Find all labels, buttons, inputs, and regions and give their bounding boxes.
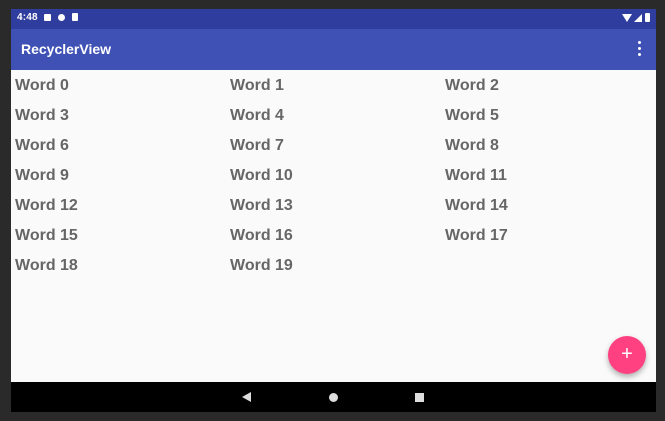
wifi-icon — [622, 14, 632, 22]
list-item[interactable]: Word 5 — [445, 104, 655, 134]
home-icon[interactable] — [329, 393, 338, 402]
list-item[interactable]: Word 18 — [15, 254, 230, 284]
list-item[interactable]: Word 2 — [445, 74, 655, 104]
navigation-bar — [11, 382, 656, 412]
list-item[interactable]: Word 14 — [445, 194, 655, 224]
recents-icon[interactable] — [415, 393, 424, 402]
list-item[interactable]: Word 0 — [15, 74, 230, 104]
app-bar: RecyclerView — [11, 29, 656, 70]
list-item[interactable]: Word 9 — [15, 164, 230, 194]
list-item[interactable]: Word 11 — [445, 164, 655, 194]
list-item[interactable]: Word 6 — [15, 134, 230, 164]
battery-icon — [645, 13, 650, 22]
status-time: 4:48 — [17, 12, 38, 23]
word-grid: Word 0 Word 1 Word 2 Word 3 Word 4 Word … — [15, 74, 655, 284]
notification-a-icon — [44, 14, 51, 21]
recycler-view[interactable]: Word 0 Word 1 Word 2 Word 3 Word 4 Word … — [11, 70, 656, 382]
app-title: RecyclerView — [21, 41, 112, 57]
list-item[interactable]: Word 12 — [15, 194, 230, 224]
list-item[interactable]: Word 13 — [230, 194, 445, 224]
overflow-menu-icon[interactable] — [631, 38, 647, 60]
add-fab-button[interactable]: + — [608, 336, 646, 374]
list-item[interactable]: Word 4 — [230, 104, 445, 134]
list-item[interactable]: Word 1 — [230, 74, 445, 104]
list-item[interactable]: Word 10 — [230, 164, 445, 194]
back-icon[interactable] — [242, 392, 251, 402]
signal-icon — [634, 14, 642, 22]
device-screen: 4:48 RecyclerView Word 0 Word 1 Word 2 W… — [11, 9, 656, 412]
notification-b-icon — [58, 14, 65, 21]
list-item[interactable]: Word 8 — [445, 134, 655, 164]
sd-card-icon — [72, 13, 78, 21]
status-bar: 4:48 — [11, 9, 656, 29]
list-item[interactable]: Word 3 — [15, 104, 230, 134]
list-item[interactable]: Word 16 — [230, 224, 445, 254]
list-item[interactable]: Word 15 — [15, 224, 230, 254]
list-item[interactable]: Word 17 — [445, 224, 655, 254]
list-item[interactable]: Word 19 — [230, 254, 445, 284]
list-item[interactable]: Word 7 — [230, 134, 445, 164]
